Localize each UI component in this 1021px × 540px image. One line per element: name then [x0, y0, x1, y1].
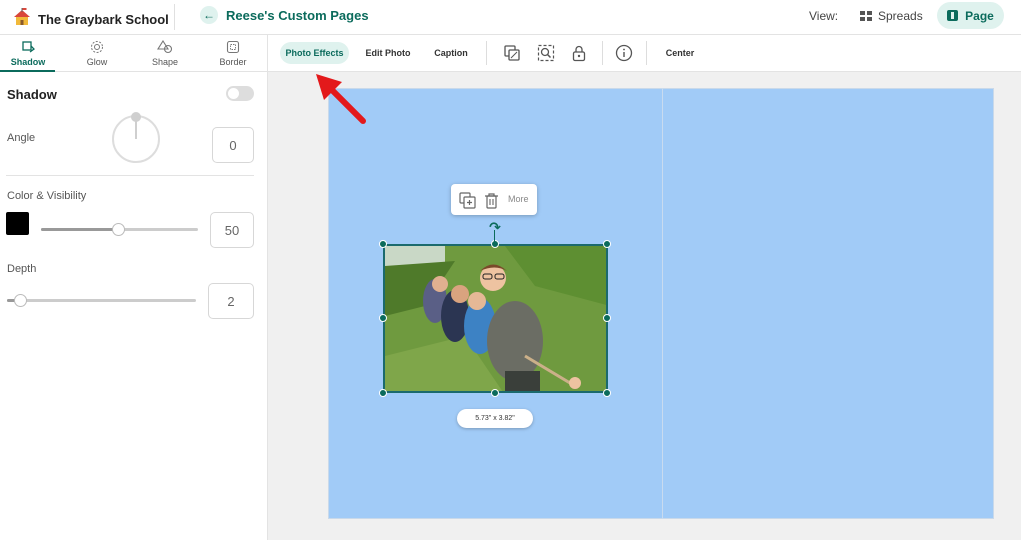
toolbar-divider: [602, 41, 603, 65]
trash-icon[interactable]: [482, 191, 500, 209]
edit-photo-button[interactable]: Edit Photo: [362, 42, 414, 64]
depth-slider-thumb[interactable]: [14, 294, 27, 307]
header-divider: [174, 4, 175, 30]
spreads-label: Spreads: [878, 9, 923, 23]
visibility-slider-thumb[interactable]: [112, 223, 125, 236]
spreads-grid-icon: [860, 11, 872, 21]
layers-icon[interactable]: [501, 42, 523, 64]
page-icon: [947, 10, 959, 21]
visibility-slider-fill: [41, 228, 120, 231]
element-actions-popup: More: [451, 184, 537, 215]
tab-glow-label: Glow: [86, 57, 108, 67]
photo-size-badge: 5.73" x 3.82": [457, 409, 533, 428]
glow-icon: [72, 37, 122, 57]
more-button[interactable]: More: [508, 194, 529, 204]
top-bar: The Graybark School ← Reese's Custom Pag…: [0, 0, 1021, 35]
shadow-icon: [3, 37, 53, 57]
shadow-color-swatch[interactable]: [6, 212, 29, 235]
tab-border[interactable]: Border: [208, 37, 258, 67]
resize-handle-bottom[interactable]: [491, 389, 499, 397]
page-spine-guide: [662, 88, 663, 519]
rotate-icon[interactable]: ↷: [487, 220, 503, 234]
caption-button[interactable]: Caption: [428, 42, 474, 64]
angle-input[interactable]: 0: [212, 127, 254, 163]
selected-photo[interactable]: [383, 244, 608, 393]
color-visibility-label: Color & Visibility: [7, 190, 87, 202]
tab-shadow-label: Shadow: [10, 57, 46, 67]
shadow-title: Shadow: [7, 87, 57, 102]
photo-toolbar: Photo Effects Edit Photo Caption Center: [268, 35, 1021, 72]
back-arrow-icon[interactable]: ←: [200, 6, 218, 24]
effects-panel: Shadow Glow Shape Border Shadow Angle 0 …: [0, 35, 268, 540]
active-tab-underline: [0, 70, 55, 72]
project-title: Reese's Custom Pages: [226, 7, 369, 23]
page-label: Page: [965, 8, 994, 23]
photo-effects-button[interactable]: Photo Effects: [280, 42, 349, 64]
effects-tabs: Shadow Glow Shape Border: [0, 35, 267, 72]
depth-slider[interactable]: [7, 294, 196, 307]
toolbar-divider: [646, 41, 647, 65]
tab-shape[interactable]: Shape: [140, 37, 190, 67]
back-link[interactable]: ← Reese's Custom Pages: [200, 6, 369, 24]
depth-input[interactable]: 2: [208, 283, 254, 319]
shadow-toggle[interactable]: [226, 86, 254, 101]
section-divider: [6, 175, 254, 176]
lock-icon[interactable]: [568, 42, 590, 64]
angle-label: Angle: [7, 132, 36, 144]
tab-border-label: Border: [219, 57, 247, 67]
info-icon[interactable]: [613, 42, 635, 64]
duplicate-icon[interactable]: [458, 191, 476, 209]
school-name: The Graybark School: [38, 12, 169, 27]
spreads-view-button[interactable]: Spreads: [852, 3, 931, 29]
resize-handle-bottom-left[interactable]: [379, 389, 387, 397]
resize-handle-top-right[interactable]: [603, 240, 611, 248]
center-button[interactable]: Center: [660, 42, 700, 64]
school-house-icon: [12, 7, 32, 32]
resize-handle-top-left[interactable]: [379, 240, 387, 248]
photo-image: [385, 246, 606, 391]
depth-label: Depth: [7, 263, 37, 275]
resize-handle-left[interactable]: [379, 314, 387, 322]
shape-icon: [140, 37, 190, 57]
toolbar-divider: [486, 41, 487, 65]
angle-dial-knob[interactable]: [131, 112, 141, 122]
resize-handle-bottom-right[interactable]: [603, 389, 611, 397]
view-label: View:: [809, 9, 839, 23]
tab-shape-label: Shape: [151, 57, 179, 67]
visibility-input[interactable]: 50: [210, 212, 254, 248]
brand[interactable]: The Graybark School: [12, 7, 169, 32]
zoom-frame-icon[interactable]: [535, 42, 557, 64]
page-view-button[interactable]: Page: [937, 2, 1004, 29]
border-icon: [208, 37, 258, 57]
resize-handle-right[interactable]: [603, 314, 611, 322]
tab-shadow[interactable]: Shadow: [3, 37, 53, 67]
visibility-slider[interactable]: [41, 223, 198, 236]
resize-handle-top[interactable]: [491, 240, 499, 248]
tab-glow[interactable]: Glow: [72, 37, 122, 67]
annotation-arrow-icon: [316, 74, 366, 124]
